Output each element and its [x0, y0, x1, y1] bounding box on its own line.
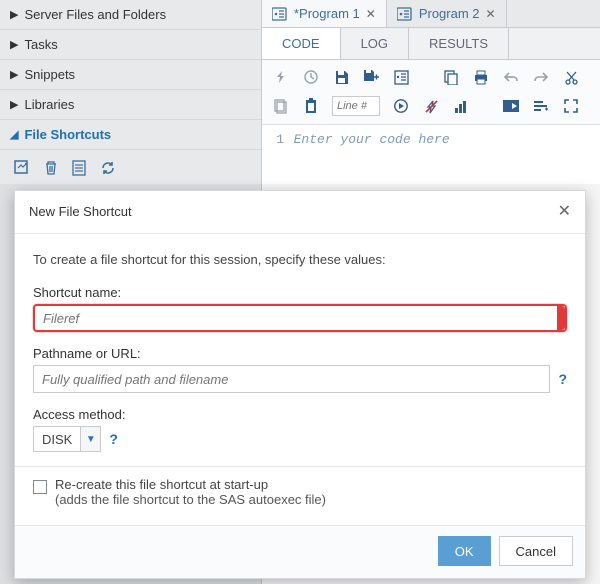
close-icon[interactable]: ✕ [486, 7, 496, 21]
tab-program-2[interactable]: Program 2 ✕ [387, 0, 507, 27]
line-number: 1 [270, 132, 284, 147]
close-icon[interactable]: ✕ [558, 201, 571, 221]
program-summary-icon[interactable] [392, 68, 410, 86]
tab-label: Program 2 [419, 6, 480, 21]
history-icon[interactable] [302, 68, 320, 86]
tab-label: *Program 1 [294, 6, 360, 21]
chevron-down-icon[interactable]: ▼ [81, 426, 101, 452]
copy-clip-icon[interactable] [272, 97, 290, 115]
paste-icon[interactable] [302, 97, 320, 115]
select-value: DISK [33, 426, 81, 452]
cut-icon[interactable] [562, 68, 580, 86]
subtab-results[interactable]: RESULTS [409, 28, 509, 59]
run-icon[interactable] [272, 68, 290, 86]
go-icon[interactable] [392, 97, 410, 115]
debug-icon[interactable] [502, 97, 520, 115]
result-subtabs: CODE LOG RESULTS [262, 28, 600, 60]
new-file-shortcut-dialog: New File Shortcut ✕ To create a file sho… [14, 190, 586, 579]
sidebar-item-label: File Shortcuts [24, 127, 111, 142]
format-icon[interactable] [532, 97, 550, 115]
program-icon [272, 7, 288, 21]
help-icon[interactable]: ? [109, 431, 118, 447]
caret-right-icon: ▶ [10, 98, 18, 111]
fullscreen-icon[interactable] [562, 97, 580, 115]
find-icon[interactable] [452, 97, 470, 115]
program-icon [397, 7, 413, 21]
shortcut-name-input[interactable] [33, 304, 567, 332]
properties-icon[interactable] [72, 160, 86, 176]
caret-right-icon: ▶ [10, 38, 18, 51]
ok-button[interactable]: OK [438, 536, 491, 566]
sidebar-item-label: Snippets [24, 67, 75, 82]
clear-icon[interactable] [422, 97, 440, 115]
access-method-select[interactable]: DISK ▼ [33, 426, 101, 452]
cancel-button[interactable]: Cancel [499, 536, 573, 566]
delete-icon[interactable] [44, 160, 58, 176]
tab-program-1[interactable]: *Program 1 ✕ [262, 0, 387, 27]
pathname-input[interactable] [33, 365, 550, 393]
caret-right-icon: ▶ [10, 8, 18, 21]
sidebar-item-snippets[interactable]: ▶ Snippets [0, 60, 261, 90]
new-shortcut-icon[interactable] [14, 160, 30, 176]
subtab-log[interactable]: LOG [341, 28, 409, 59]
caret-down-icon: ◢ [10, 128, 18, 141]
goto-line-input[interactable] [332, 96, 380, 116]
recreate-label: Re-create this file shortcut at start-up [55, 477, 326, 492]
undo-icon[interactable] [502, 68, 520, 86]
help-icon[interactable]: ? [558, 371, 567, 387]
redo-icon[interactable] [532, 68, 550, 86]
editor-tabs: *Program 1 ✕ Program 2 ✕ [262, 0, 600, 28]
shortcut-toolbar [0, 150, 261, 186]
sidebar-item-file-shortcuts[interactable]: ◢ File Shortcuts [0, 120, 261, 150]
save-icon[interactable] [332, 68, 350, 86]
recreate-sublabel: (adds the file shortcut to the SAS autoe… [55, 492, 326, 507]
print-icon[interactable] [472, 68, 490, 86]
code-toolbar [262, 60, 600, 125]
error-indicator-icon [557, 306, 565, 330]
sidebar-item-label: Libraries [24, 97, 74, 112]
access-method-label: Access method: [33, 407, 567, 422]
sidebar-item-server-files[interactable]: ▶ Server Files and Folders [0, 0, 261, 30]
editor-placeholder: Enter your code here [294, 132, 450, 147]
dialog-description: To create a file shortcut for this sessi… [33, 252, 567, 267]
dialog-title: New File Shortcut [29, 204, 132, 219]
sidebar-item-label: Tasks [24, 37, 57, 52]
sidebar-item-libraries[interactable]: ▶ Libraries [0, 90, 261, 120]
close-icon[interactable]: ✕ [366, 7, 376, 21]
copy-icon[interactable] [442, 68, 460, 86]
caret-right-icon: ▶ [10, 68, 18, 81]
pathname-label: Pathname or URL: [33, 346, 567, 361]
recreate-checkbox[interactable] [33, 480, 47, 494]
save-as-icon[interactable] [362, 68, 380, 86]
sidebar-item-label: Server Files and Folders [24, 7, 166, 22]
divider [15, 466, 585, 467]
shortcut-name-label: Shortcut name: [33, 285, 567, 300]
refresh-icon[interactable] [100, 160, 116, 176]
sidebar-item-tasks[interactable]: ▶ Tasks [0, 30, 261, 60]
subtab-code[interactable]: CODE [262, 28, 341, 59]
